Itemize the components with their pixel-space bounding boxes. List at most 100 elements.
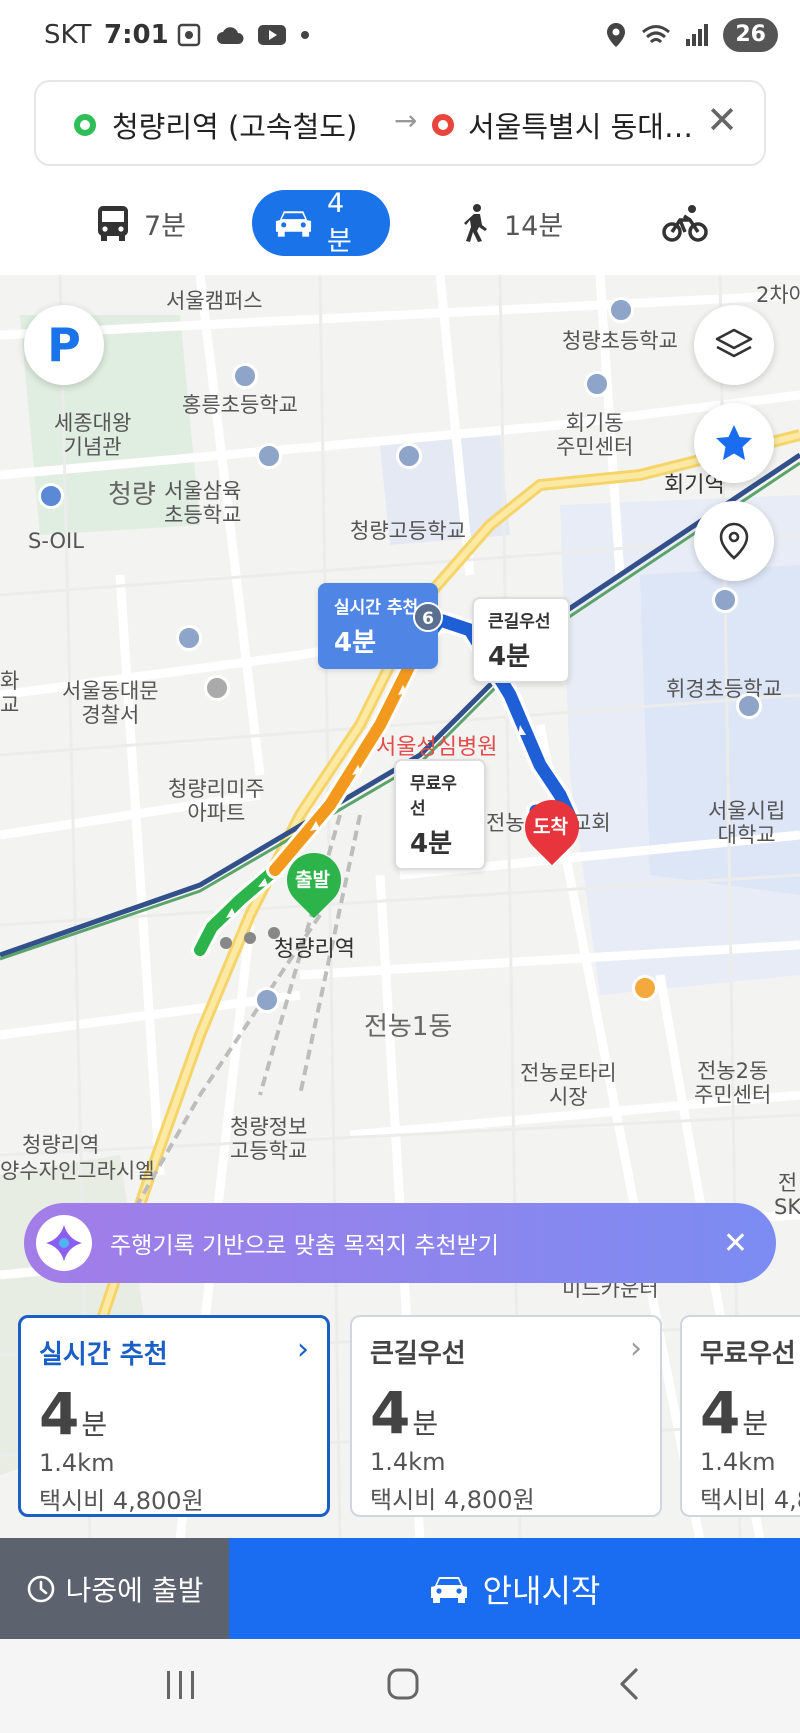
depart-later-button[interactable]: 나중에 출발 xyxy=(0,1538,229,1639)
route-number-badge: 6 xyxy=(413,602,443,632)
destination-dot-icon xyxy=(432,114,454,136)
map-label: 서울캠퍼스 xyxy=(166,289,263,313)
map-label: 서울동대문 경찰서 xyxy=(62,679,159,728)
map-label: 청량리역 xyxy=(274,937,355,962)
start-marker-label: 출발 xyxy=(295,869,330,891)
callout-title: 실시간 추천 xyxy=(334,598,419,618)
route-options: 실시간 추천 › 4분 1.4km 택시비 4,800원 큰길우선 › 4분 1… xyxy=(0,1315,800,1521)
callout-time: 4분 xyxy=(334,628,377,658)
screenshot-icon xyxy=(177,23,201,47)
school-icon xyxy=(232,363,258,389)
route-card-title: 큰길우선 xyxy=(370,1339,466,1369)
school-icon xyxy=(608,297,634,323)
chevron-right-icon: › xyxy=(297,1332,309,1367)
school-icon xyxy=(712,587,738,613)
wifi-icon xyxy=(642,25,671,44)
bus-icon xyxy=(98,206,128,241)
map-label: 청량리미주 아파트 xyxy=(168,777,265,826)
layers-icon xyxy=(715,328,753,358)
walk-icon xyxy=(464,204,487,242)
school-icon xyxy=(256,443,282,469)
layers-button[interactable] xyxy=(694,305,774,385)
current-location-button[interactable] xyxy=(694,501,774,581)
location-icon xyxy=(607,23,626,47)
callout-free[interactable]: 무료우선 4분 xyxy=(394,759,486,870)
tab-car-time: 4분 xyxy=(327,188,352,257)
route-card-time: 4 xyxy=(700,1379,741,1447)
system-icons: 26 xyxy=(605,18,778,52)
tab-bus-time: 7분 xyxy=(144,210,187,242)
gas-station-icon xyxy=(38,483,64,509)
car-icon xyxy=(275,211,312,237)
carrier-label: SKT xyxy=(44,20,92,50)
depart-later-label: 나중에 출발 xyxy=(65,1573,204,1607)
tab-bike[interactable] xyxy=(640,190,730,256)
start-navigation-label: 안내시작 xyxy=(482,1571,601,1610)
map-label: 청량리역 xyxy=(22,1133,100,1157)
recent-apps-icon[interactable] xyxy=(164,1669,198,1701)
callout-title: 큰길우선 xyxy=(488,612,551,632)
destination-field[interactable]: 서울특별시 동대문… xyxy=(468,104,718,146)
map-label: 세종대왕 기념관 xyxy=(54,411,132,460)
map-label: 양수자인그라시엘 xyxy=(0,1159,155,1183)
route-card-free[interactable]: 무료우선 4분 1.4km 택시비 4,8 xyxy=(680,1315,800,1517)
map-pin-icon xyxy=(719,522,749,560)
home-icon[interactable] xyxy=(386,1667,420,1701)
favorites-button[interactable] xyxy=(694,403,774,483)
status-bar: SKT 7:01 26 xyxy=(0,0,800,76)
route-card-fare: 택시비 4,800원 xyxy=(370,1486,535,1514)
map-label: 2차아 xyxy=(756,283,800,307)
map-label: 전농2동 주민센터 xyxy=(694,1059,772,1108)
map-label: 청량초등학교 xyxy=(562,329,678,353)
chevron-right-icon: › xyxy=(630,1331,642,1366)
route-card-title: 실시간 추천 xyxy=(39,1340,168,1370)
route-card-distance: 1.4km xyxy=(39,1449,115,1477)
close-icon[interactable]: ✕ xyxy=(706,98,738,142)
tab-bus[interactable]: 7분 xyxy=(74,190,208,256)
signal-icon xyxy=(686,24,709,46)
recommendation-banner[interactable]: 주행기록 기반으로 맞춤 목적지 추천받기 ✕ xyxy=(24,1203,776,1283)
map-label: 서울삼육 초등학교 xyxy=(164,479,242,528)
route-card-time: 4 xyxy=(39,1380,80,1448)
route-search-box[interactable]: 청량리역 (고속철도) → 서울특별시 동대문… ✕ xyxy=(34,80,766,166)
car-icon xyxy=(430,1576,467,1603)
tab-walk-time: 14분 xyxy=(504,210,564,242)
tab-walk[interactable]: 14분 xyxy=(440,190,585,256)
origin-field[interactable]: 청량리역 (고속철도) xyxy=(112,104,357,146)
clock: 7:01 xyxy=(104,20,169,50)
map-label: 청량고등학교 xyxy=(350,519,466,543)
map-label: 전농로타리 시장 xyxy=(520,1061,617,1110)
close-icon[interactable]: ✕ xyxy=(723,1226,748,1261)
route-card-realtime[interactable]: 실시간 추천 › 4분 1.4km 택시비 4,800원 xyxy=(18,1315,330,1517)
back-icon[interactable] xyxy=(614,1667,644,1701)
school-icon xyxy=(396,443,422,469)
school-icon xyxy=(254,987,280,1013)
parking-button[interactable]: P xyxy=(24,305,104,385)
map-label: 휘경초등학교 xyxy=(666,677,782,701)
map-label: 청량정보 고등학교 xyxy=(230,1115,308,1164)
origin-dot-icon xyxy=(74,114,96,136)
clock-icon xyxy=(27,1575,54,1602)
route-card-distance: 1.4km xyxy=(370,1448,446,1476)
end-marker-label: 도착 xyxy=(533,816,568,838)
map-label: 서울시립 대학교 xyxy=(708,799,786,848)
route-card-unit: 분 xyxy=(742,1407,769,1440)
route-card-title: 무료우선 xyxy=(700,1339,796,1369)
police-icon xyxy=(176,625,202,651)
tab-car[interactable]: 4분 xyxy=(252,188,390,257)
callout-time: 4분 xyxy=(410,829,453,859)
market-icon xyxy=(632,975,658,1001)
callout-highway[interactable]: 큰길우선 4분 xyxy=(472,597,570,683)
route-card-time: 4 xyxy=(370,1379,411,1447)
dot-icon xyxy=(301,31,309,39)
route-card-unit: 분 xyxy=(412,1407,439,1440)
map-label: 회기동 주민센터 xyxy=(556,411,634,460)
callout-time: 4분 xyxy=(488,642,531,672)
map-label: 청량 xyxy=(108,480,156,510)
apartment-icon xyxy=(204,675,230,701)
map-label: 서울성심병원 xyxy=(376,735,498,760)
route-card-highway[interactable]: 큰길우선 › 4분 1.4km 택시비 4,800원 xyxy=(350,1315,662,1517)
start-navigation-button[interactable]: 안내시작 xyxy=(229,1538,800,1639)
map-label: 홍릉초등학교 xyxy=(182,393,298,417)
cloud-icon xyxy=(217,27,244,44)
